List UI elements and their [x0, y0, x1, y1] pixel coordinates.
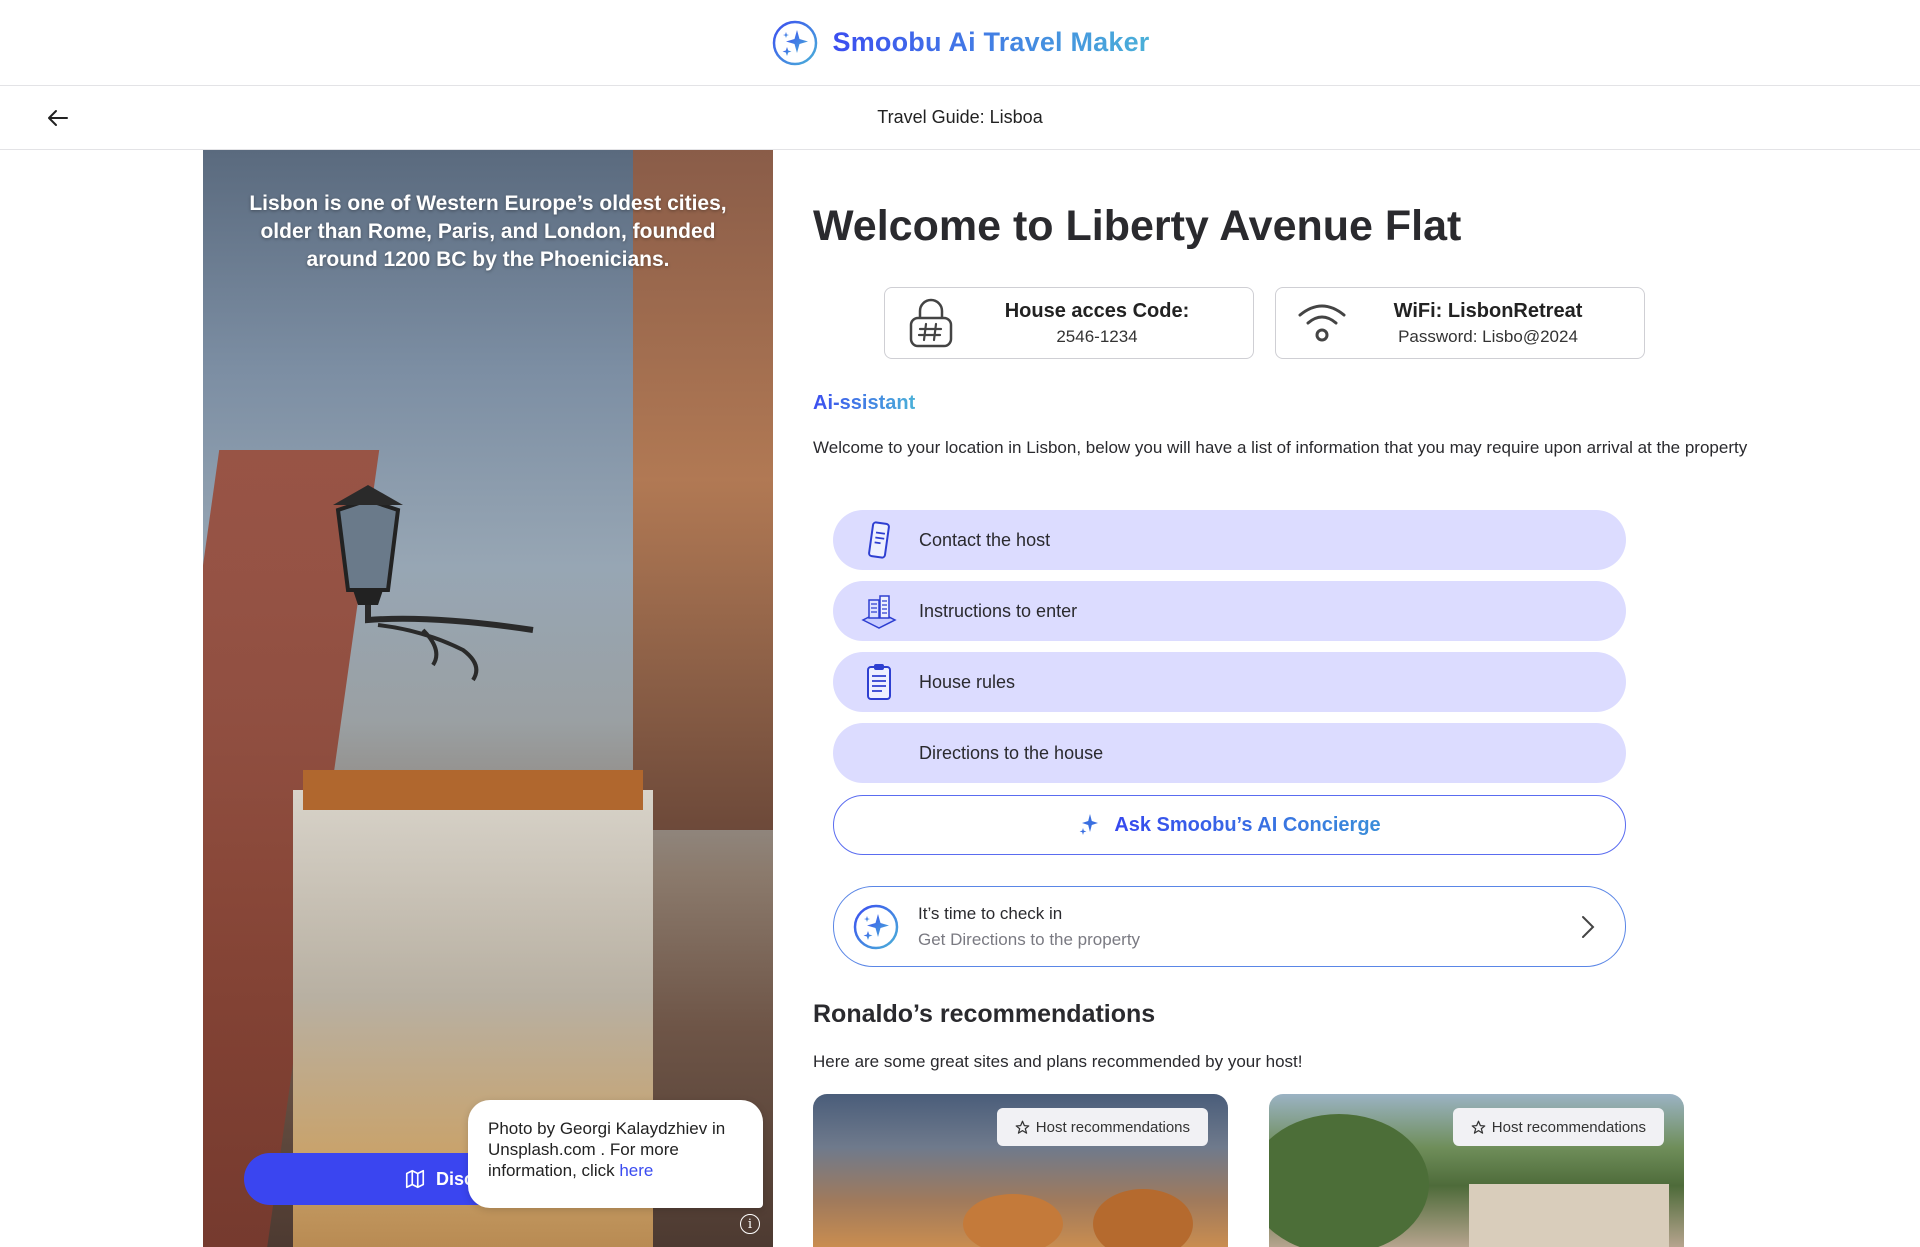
pastry-shape	[1093, 1189, 1193, 1247]
access-code-title: House acces Code:	[1004, 299, 1190, 322]
brand-name: Smoobu Ai Travel Maker	[832, 27, 1150, 57]
photo-credit-text: Photo by Georgi Kalaydzhiev in Unsplash.…	[488, 1119, 726, 1180]
recommendations-title: Ronaldo’s recommendations	[813, 1000, 1156, 1028]
map-icon	[405, 1169, 425, 1189]
ai-assistant-label: Ai-ssistant	[813, 392, 916, 414]
menu-directions-label: Directions to the house	[919, 742, 1104, 763]
photo-credit-tooltip: Photo by Georgi Kalaydzhiev in Unsplash.…	[468, 1100, 763, 1208]
street-lamp-icon	[333, 485, 534, 682]
tree-shape	[1269, 1114, 1429, 1247]
recommendations-subtitle: Here are some great sites and plans reco…	[813, 1052, 1303, 1071]
host-recommendation-badge: Host recommendations	[996, 1108, 1208, 1146]
lock-hash-icon	[909, 298, 953, 348]
building-icon	[861, 595, 897, 629]
access-code-card: House acces Code: 2546-1234	[884, 287, 1254, 359]
arrow-left-icon	[48, 110, 68, 126]
hero-image: Lisbon is one of Western Europe’s oldest…	[203, 150, 773, 1247]
checkin-title: It’s time to check in	[918, 903, 1063, 923]
recommendation-card[interactable]: Host recommendations	[813, 1094, 1228, 1247]
menu-directions[interactable]: Directions to the house	[833, 723, 1626, 783]
menu-instructions-enter[interactable]: Instructions to enter	[833, 581, 1626, 641]
info-icon[interactable]: i	[740, 1214, 760, 1234]
pastry-shape	[963, 1194, 1063, 1247]
host-recommendation-label: Host recommendations	[1035, 1118, 1190, 1136]
top-bar: Smoobu Ai Travel Maker	[0, 0, 1920, 86]
recommendation-card[interactable]: Host recommendations	[1269, 1094, 1684, 1247]
sparkle-logo-icon	[772, 20, 817, 65]
intro-text: Welcome to your location in Lisbon, belo…	[813, 438, 1748, 457]
menu-house-rules-label: House rules	[919, 671, 1016, 692]
sub-header: Travel Guide: Lisboa	[0, 86, 1920, 150]
menu-house-rules[interactable]: House rules	[833, 652, 1626, 712]
checkin-banner[interactable]: It’s time to check in Get Directions to …	[833, 886, 1626, 967]
host-recommendation-label: Host recommendations	[1491, 1118, 1646, 1136]
chevron-right-icon	[1582, 916, 1595, 938]
ask-ai-concierge-label: Ask Smoobu’s AI Concierge	[1114, 813, 1381, 836]
sparkle-circle-icon	[853, 904, 899, 949]
wifi-icon	[1298, 304, 1346, 342]
hero-quote: Lisbon is one of Western Europe’s oldest…	[249, 192, 727, 271]
menu-contact-host[interactable]: Contact the host	[833, 510, 1626, 570]
phone-icon	[868, 521, 890, 559]
page-title: Travel Guide: Lisboa	[877, 107, 1043, 127]
wifi-name: WiFi: LisbonRetreat	[1393, 299, 1583, 322]
clipboard-icon	[867, 664, 891, 700]
access-code-value: 2546-1234	[1056, 326, 1138, 346]
directions-icon-placeholder	[857, 731, 901, 775]
welcome-heading: Welcome to Liberty Avenue Flat	[813, 202, 1462, 250]
star-icon	[1015, 1120, 1030, 1134]
menu-instructions-enter-label: Instructions to enter	[919, 600, 1078, 621]
menu-contact-host-label: Contact the host	[919, 529, 1051, 550]
building-shape	[1469, 1184, 1669, 1247]
host-recommendation-badge: Host recommendations	[1452, 1108, 1664, 1146]
checkin-subtitle: Get Directions to the property	[918, 929, 1141, 949]
sparkle-icon	[1079, 814, 1099, 835]
wifi-password: Password: Lisbo@2024	[1398, 326, 1578, 346]
photo-credit-link[interactable]: here	[619, 1161, 653, 1180]
roof-shape	[303, 770, 643, 810]
wifi-card: WiFi: LisbonRetreat Password: Lisbo@2024	[1275, 287, 1645, 359]
back-button[interactable]	[42, 102, 74, 134]
ask-ai-concierge-button[interactable]: Ask Smoobu’s AI Concierge	[833, 795, 1626, 855]
star-icon	[1471, 1120, 1486, 1134]
